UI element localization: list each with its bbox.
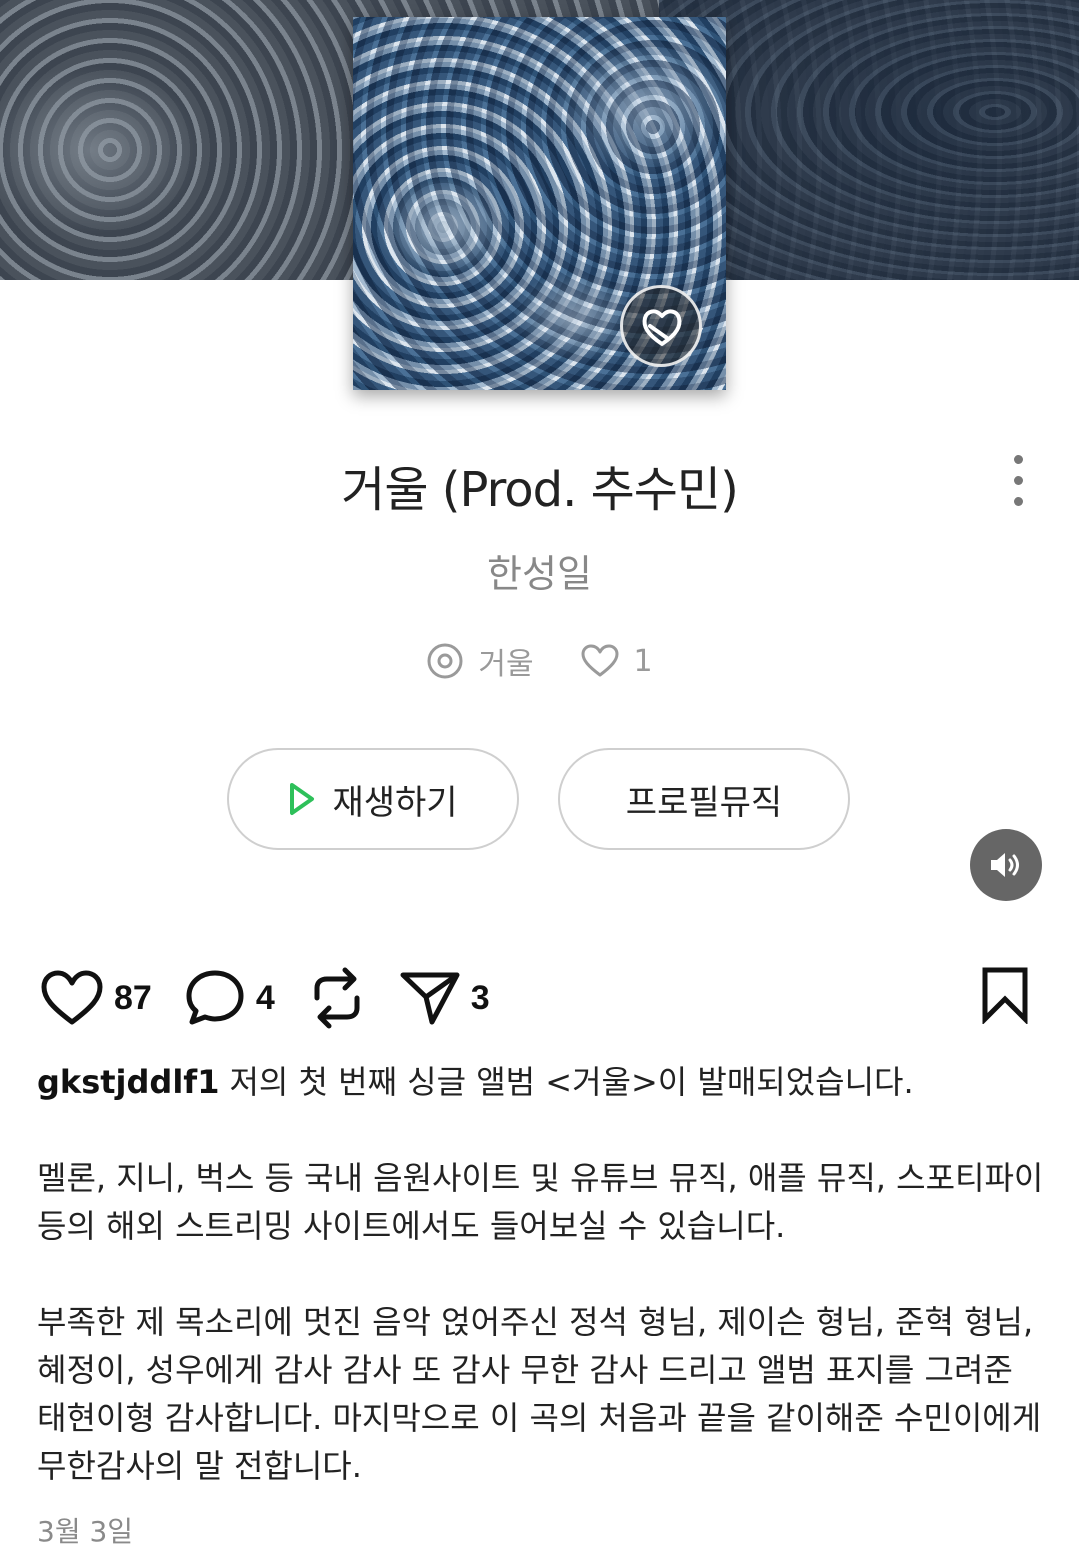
repost-icon (314, 967, 360, 1029)
song-like-count: 1 (633, 643, 653, 679)
sound-toggle-button[interactable] (970, 829, 1042, 901)
play-icon (290, 783, 315, 815)
heart-icon (41, 970, 103, 1025)
bookmark-button[interactable] (980, 966, 1030, 1029)
comment-icon (186, 970, 244, 1025)
album-name: 거울 (478, 647, 534, 682)
album-link[interactable]: 거울 (426, 639, 534, 683)
send-icon (400, 972, 460, 1025)
song-like[interactable]: 1 (580, 644, 653, 679)
post-action-bar: 87 4 3 (40, 966, 1040, 1030)
melon-logo-icon (620, 285, 702, 367)
caption-paragraph: gkstjddlf1 저의 첫 번째 싱글 앨범 <거울>이 발매되었습니다. (37, 1058, 1047, 1106)
comment-button[interactable]: 4 (184, 968, 275, 1028)
caption-text: 저의 첫 번째 싱글 앨범 <거울>이 발매되었습니다. (229, 1063, 914, 1101)
speaker-icon (991, 853, 1019, 877)
repost-button[interactable] (307, 966, 367, 1030)
caption-paragraph: 부족한 제 목소리에 멋진 음악 얹어주신 정석 형님, 제이슨 형님, 준혁 … (37, 1303, 1042, 1485)
like-button[interactable]: 87 (40, 969, 152, 1027)
artist-name[interactable]: 한성일 (0, 543, 1079, 598)
bookmark-icon (982, 967, 1028, 1026)
share-count: 3 (470, 978, 490, 1017)
play-button-label: 재생하기 (332, 782, 458, 823)
heart-outline-icon (581, 644, 619, 677)
profile-music-label: 프로필뮤직 (625, 782, 783, 823)
like-count: 87 (114, 978, 152, 1017)
share-button[interactable]: 3 (399, 969, 490, 1027)
more-options-icon[interactable] (1008, 455, 1028, 509)
profile-music-button[interactable]: 프로필뮤직 (558, 748, 850, 850)
comment-count: 4 (255, 978, 275, 1017)
caption-paragraph: 멜론, 지니, 벅스 등 국내 음원사이트 및 유튜브 뮤직, 애플 뮤직, 스… (37, 1159, 1044, 1245)
post-username[interactable]: gkstjddlf1 (37, 1063, 219, 1101)
play-button[interactable]: 재생하기 (227, 748, 519, 850)
post-date: 3월 3일 (37, 1515, 134, 1548)
album-cover-image[interactable] (353, 17, 726, 390)
post-caption: gkstjddlf1 저의 첫 번째 싱글 앨범 <거울>이 발매되었습니다. 멜… (37, 1058, 1047, 1538)
album-disc-icon (427, 643, 463, 679)
song-title: 거울 (Prod. 추수민) (341, 462, 739, 518)
song-meta: 거울 1 (0, 638, 1079, 684)
